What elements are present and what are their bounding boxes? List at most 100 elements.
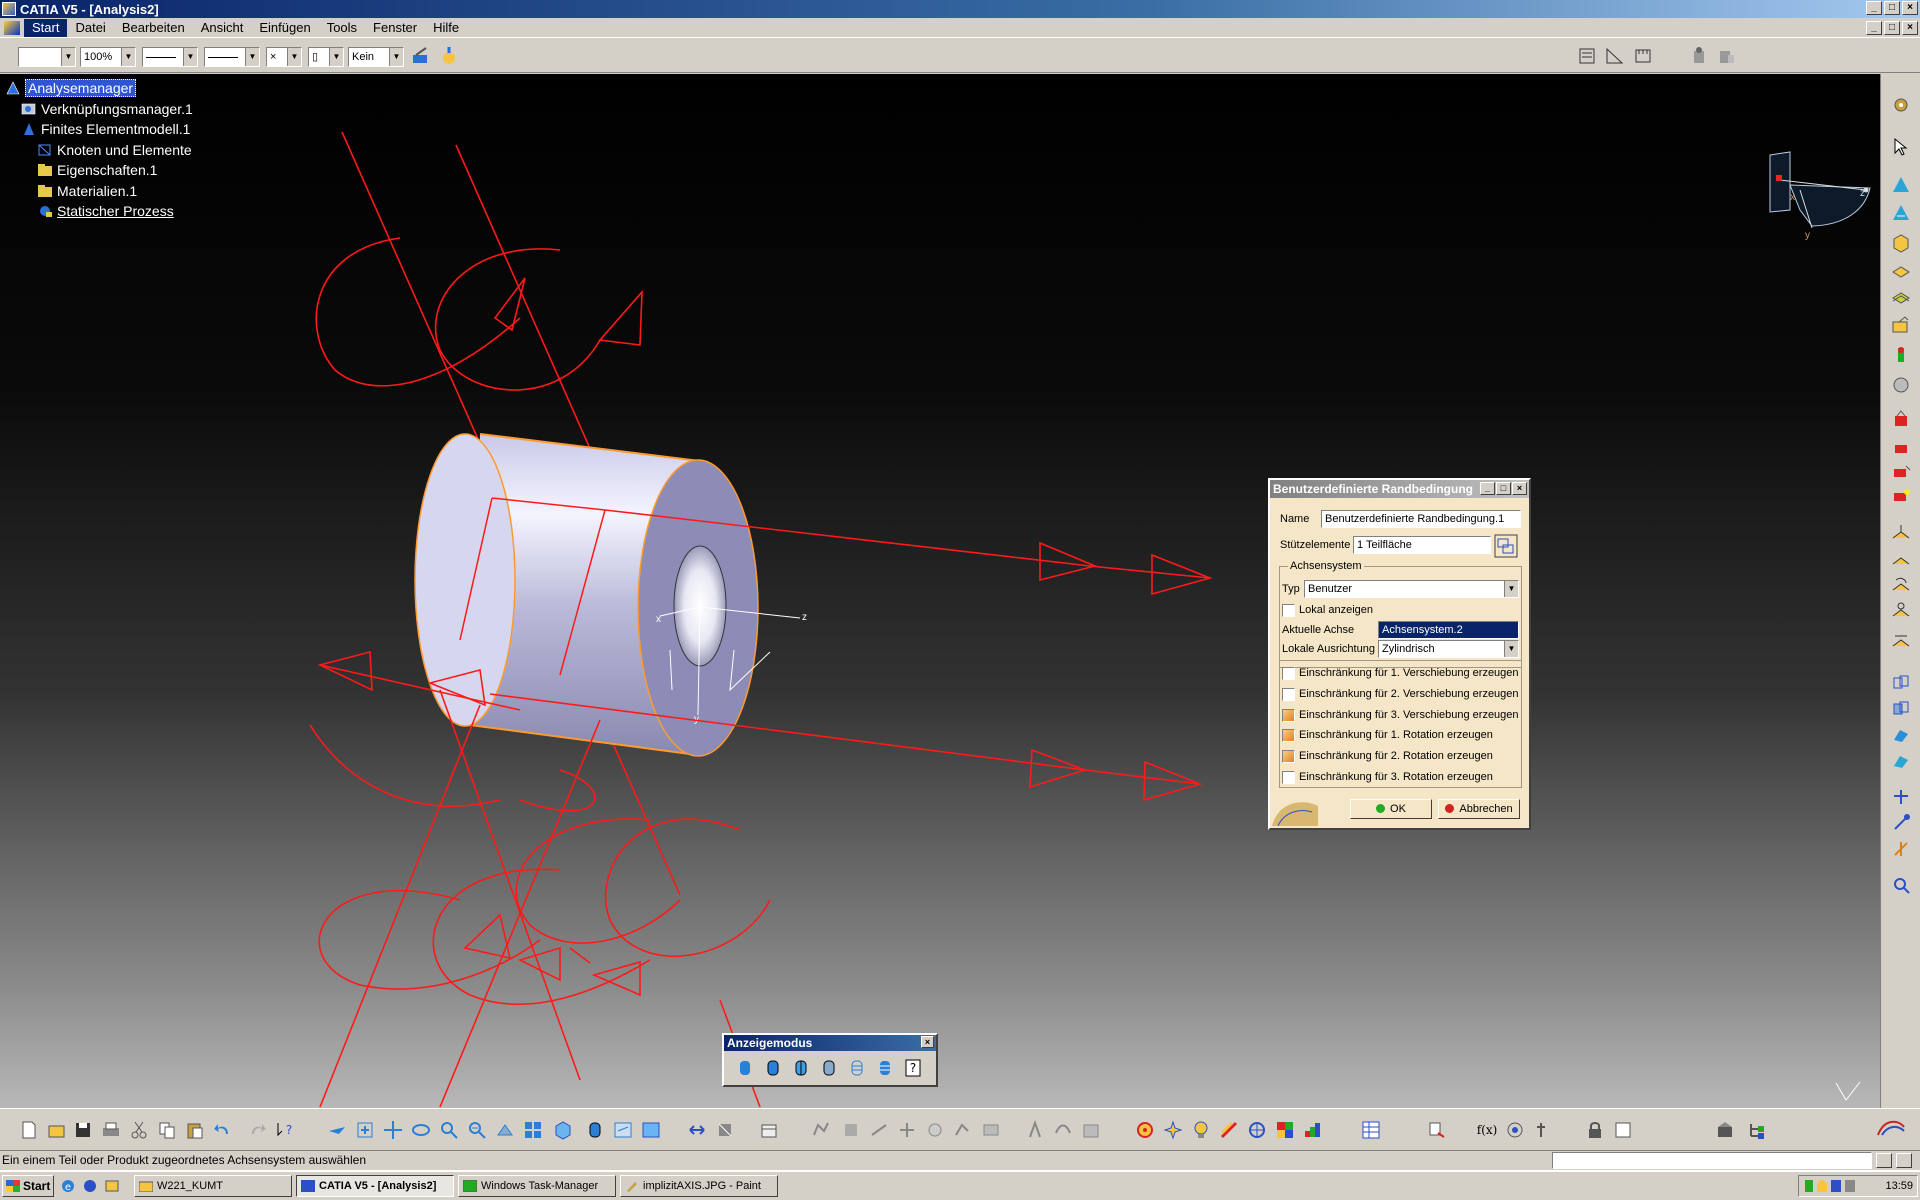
shading-edges-icon[interactable] [762, 1057, 784, 1079]
network-icon[interactable] [1805, 1180, 1813, 1192]
zoom-out-icon[interactable] [466, 1119, 488, 1141]
material-icon[interactable] [1890, 344, 1912, 366]
compute-icon[interactable] [686, 1119, 708, 1141]
fastened-connection-icon[interactable] [1890, 724, 1912, 746]
material-catalog-icon[interactable] [1716, 45, 1738, 67]
display-mode-close-button[interactable]: × [921, 1036, 934, 1048]
inspect-icon[interactable] [1890, 874, 1912, 896]
security-shield-icon[interactable] [1817, 1180, 1827, 1192]
tree-item-finites-elementmodell[interactable]: Finites Elementmodell.1 [4, 119, 193, 140]
von-mises-icon[interactable] [840, 1119, 862, 1141]
tree-item-eigenschaften[interactable]: Eigenschaften.1 [4, 160, 193, 181]
mesh-part-2-icon[interactable] [1890, 202, 1912, 224]
power-input-field[interactable] [1552, 1152, 1872, 1169]
wireframe-icon[interactable] [846, 1057, 868, 1079]
local-display-checkbox[interactable] [1282, 604, 1295, 617]
dialog-maximize-button[interactable]: □ [1496, 482, 1511, 495]
orientation-dropdown-arrow[interactable]: ▼ [1504, 641, 1518, 657]
mesh-update-icon[interactable] [714, 1119, 736, 1141]
print-icon[interactable] [100, 1119, 122, 1141]
minimize-button[interactable]: _ [1866, 1, 1882, 15]
multi-view-icon[interactable] [522, 1119, 544, 1141]
taskbar-task-paint[interactable]: implizitAXIS.JPG - Paint [620, 1175, 778, 1197]
menu-tools[interactable]: Tools [319, 19, 365, 37]
connection-icon[interactable] [1890, 672, 1912, 694]
current-axis-field[interactable]: Achsensystem.2 [1378, 621, 1519, 639]
target-icon[interactable] [1134, 1119, 1156, 1141]
folder-open-icon[interactable] [1890, 314, 1912, 336]
principal-stress-icon[interactable] [896, 1119, 918, 1141]
menu-datei[interactable]: Datei [67, 19, 113, 37]
swap-visible-space-icon[interactable] [640, 1119, 662, 1141]
line-type-combo[interactable]: ▼ [204, 47, 260, 67]
restriction-checkbox-translation-2[interactable] [1282, 688, 1295, 701]
virtual-part-icon[interactable] [1890, 786, 1912, 808]
mesh-part-icon[interactable] [1890, 174, 1912, 196]
pressure-icon[interactable] [1890, 522, 1912, 544]
taskbar-task-task-manager[interactable]: Windows Task-Manager [458, 1175, 616, 1197]
status-button-2[interactable] [1896, 1153, 1912, 1168]
law-icon[interactable] [1530, 1119, 1552, 1141]
restraint-icon[interactable] [1890, 436, 1912, 458]
tools-options-icon[interactable] [1714, 1119, 1736, 1141]
menu-ansicht[interactable]: Ansicht [193, 19, 252, 37]
animate-icon[interactable] [952, 1119, 974, 1141]
whats-this-icon[interactable]: ? [274, 1119, 296, 1141]
start-button[interactable]: Start [2, 1175, 54, 1197]
restriction-checkbox-translation-1[interactable] [1282, 667, 1295, 680]
pan-icon[interactable] [382, 1119, 404, 1141]
name-field[interactable]: Benutzerdefinierte Randbedingung.1 [1321, 510, 1521, 528]
restriction-checkbox-translation-3[interactable] [1282, 709, 1295, 722]
layer-combo[interactable]: Kein ▼ [348, 47, 404, 67]
smooth-virtual-part-icon[interactable] [1890, 812, 1912, 834]
volume-icon[interactable] [1845, 1180, 1855, 1192]
lightbulb-icon[interactable] [1190, 1119, 1212, 1141]
help-icon[interactable]: ? [902, 1057, 924, 1079]
gear-icon[interactable] [1890, 94, 1912, 116]
outlook-quicklaunch-icon[interactable] [82, 1178, 98, 1194]
multi-selection-icon[interactable] [1494, 534, 1518, 558]
tree-item-verknuepfungsmanager[interactable]: Verknüpfungsmanager.1 [4, 99, 193, 120]
menu-einfuegen[interactable]: Einfügen [251, 19, 318, 37]
apply-material-icon[interactable] [1688, 45, 1710, 67]
doc-minimize-button[interactable]: _ [1866, 21, 1882, 35]
sparkle-icon[interactable] [1162, 1119, 1184, 1141]
normal-view-icon[interactable] [494, 1119, 516, 1141]
restriction-checkbox-rotation-2[interactable] [1282, 750, 1295, 763]
advanced-restraint-icon[interactable] [1890, 460, 1912, 482]
user-restraint-icon[interactable] [1890, 484, 1912, 506]
tree-item-analysemanager[interactable]: Analysemanager [4, 78, 193, 99]
mesh-visual-icon[interactable] [1246, 1119, 1268, 1141]
open-folder-icon[interactable] [46, 1119, 68, 1141]
dialog-title-bar[interactable]: Benutzerdefinierte Randbedingung _ □ × [1270, 480, 1529, 498]
copy-icon[interactable] [156, 1119, 178, 1141]
point-symbol-combo[interactable]: × ▼ [266, 47, 302, 67]
shell-property-icon[interactable] [1890, 260, 1912, 282]
ie-quicklaunch-icon[interactable]: e [60, 1178, 76, 1194]
line-thickness-combo[interactable]: ▼ [142, 47, 198, 67]
shading-icon[interactable] [734, 1057, 756, 1079]
cut-icon[interactable] [128, 1119, 150, 1141]
zoom-in-icon[interactable] [438, 1119, 460, 1141]
menu-start[interactable]: Start [24, 18, 68, 37]
taskbar-task-w221-kumt[interactable]: W221_KUMT [134, 1175, 292, 1197]
redo-icon[interactable] [246, 1119, 268, 1141]
sensor-icon[interactable] [1024, 1119, 1046, 1141]
fly-mode-icon[interactable] [326, 1119, 348, 1141]
edges-hidden-icon[interactable] [818, 1057, 840, 1079]
hide-show-icon[interactable] [612, 1119, 634, 1141]
cancel-button[interactable]: Abbrechen [1438, 799, 1520, 819]
table-icon[interactable] [1360, 1119, 1382, 1141]
contact-connection-icon[interactable] [1890, 698, 1912, 720]
properties-icon[interactable] [438, 45, 460, 67]
doc-restore-button[interactable]: □ [1884, 21, 1900, 35]
orientation-select[interactable]: Zylindrisch ▼ [1378, 640, 1519, 658]
tree-item-knoten-und-elemente[interactable]: Knoten und Elemente [4, 140, 193, 161]
menu-hilfe[interactable]: Hilfe [425, 19, 467, 37]
catalog-icon[interactable] [1612, 1119, 1634, 1141]
image-layout-icon[interactable] [1080, 1119, 1102, 1141]
moment-icon[interactable] [1890, 574, 1912, 596]
deformation-icon[interactable] [810, 1119, 832, 1141]
bearing-load-icon[interactable] [1890, 600, 1912, 622]
save-icon[interactable] [72, 1119, 94, 1141]
